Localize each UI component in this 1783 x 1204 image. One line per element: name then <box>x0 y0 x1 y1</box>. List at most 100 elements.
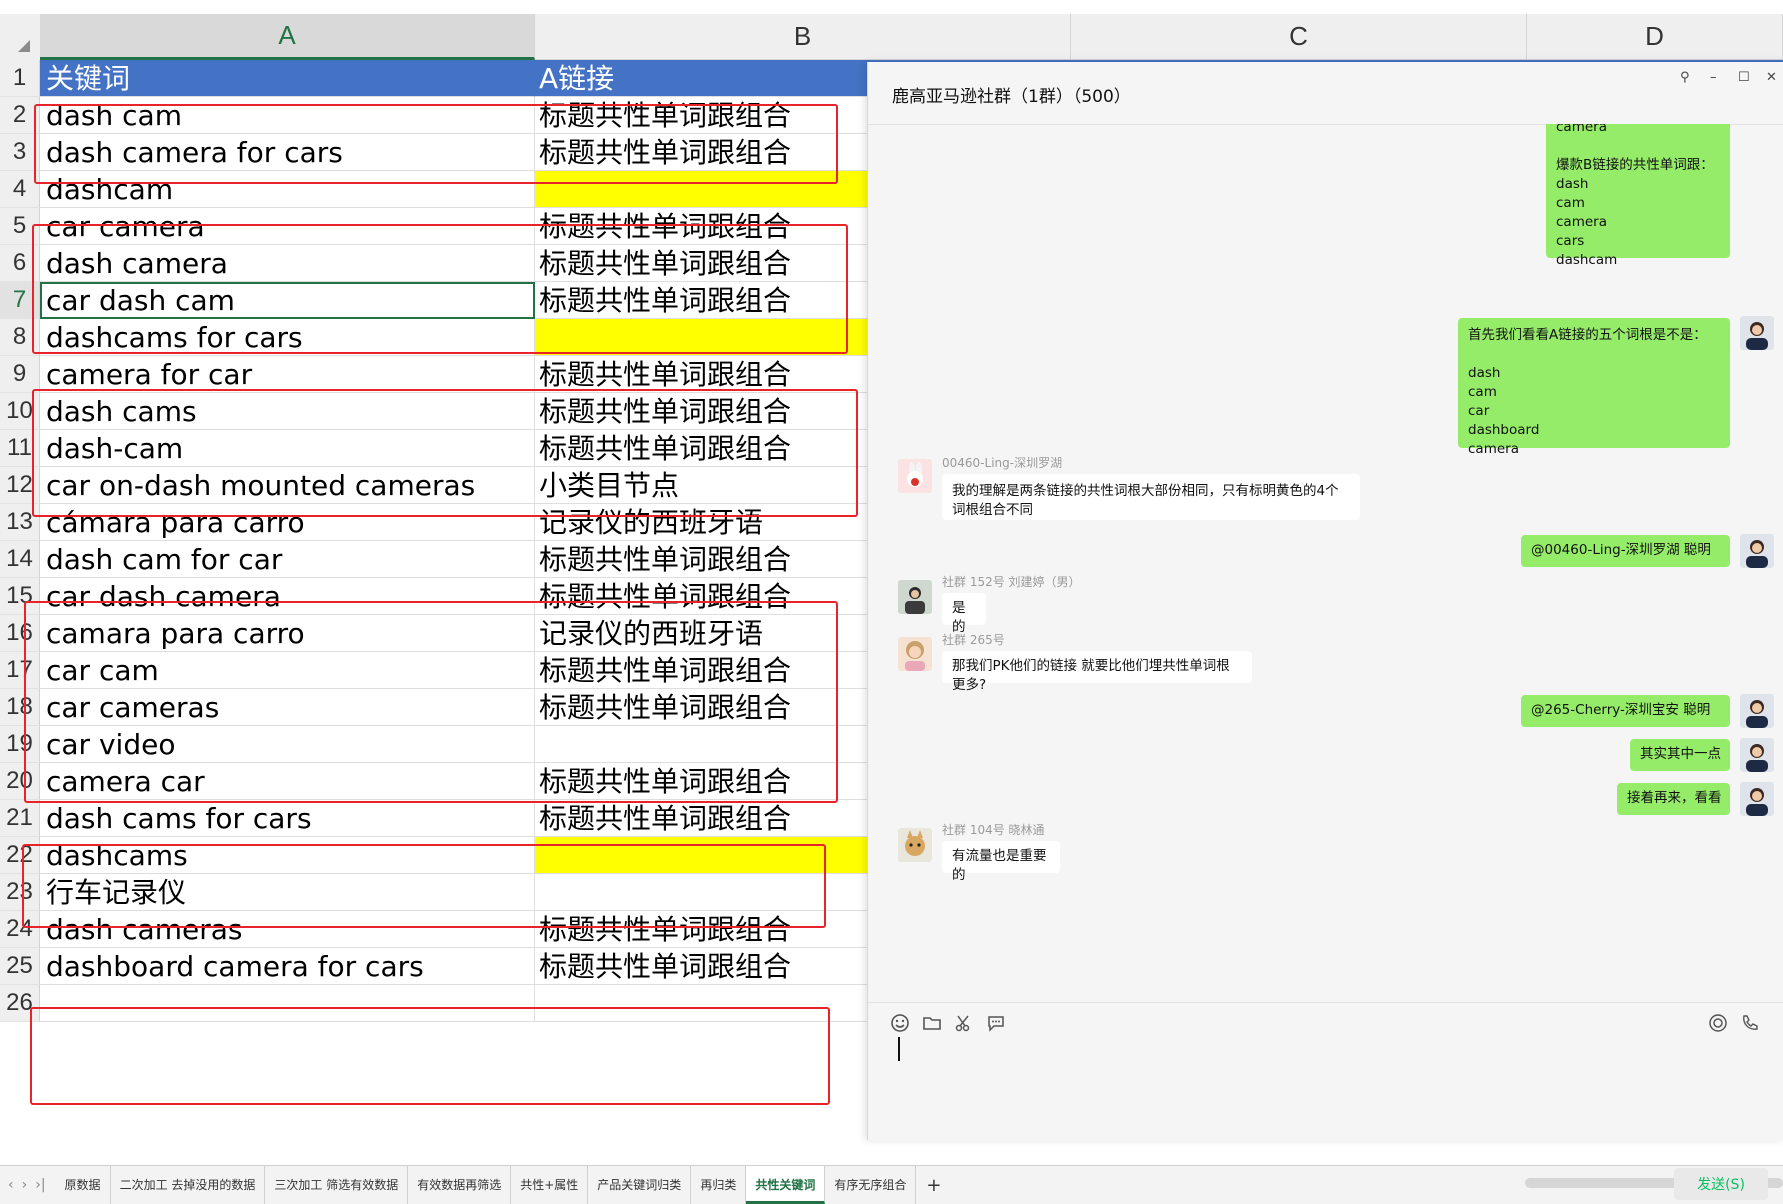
sheet-tab[interactable]: 二次加工 去掉没用的数据 <box>111 1166 266 1204</box>
message-bubble[interactable]: 我的理解是两条链接的共性词根大部份相同，只有标明黄色的4个词根组合不同 <box>942 474 1360 520</box>
sheet-tab[interactable]: 共性+属性 <box>511 1166 589 1204</box>
row-header[interactable]: 11 <box>0 430 40 467</box>
row-header[interactable]: 8 <box>0 319 40 356</box>
folder-icon[interactable] <box>922 1013 942 1033</box>
cell-keyword[interactable]: camera for car <box>40 356 535 393</box>
my-avatar[interactable] <box>1740 738 1774 772</box>
row-header[interactable]: 20 <box>0 763 40 800</box>
maximize-icon[interactable]: ☐ <box>1738 70 1750 85</box>
cell-keyword[interactable]: dash-cam <box>40 430 535 467</box>
row-header[interactable]: 22 <box>0 837 40 874</box>
cell-keyword[interactable]: dash camera for cars <box>40 134 535 171</box>
sheet-tab[interactable]: 三次加工 筛选有效数据 <box>265 1166 409 1204</box>
cell-keyword[interactable]: car dash cam <box>40 282 535 319</box>
minimize-icon[interactable]: – <box>1710 70 1717 85</box>
member-avatar[interactable] <box>898 828 932 862</box>
row-header[interactable]: 10 <box>0 393 40 430</box>
sheet-tab[interactable]: 再归类 <box>691 1166 747 1204</box>
row-header[interactable]: 26 <box>0 985 40 1022</box>
sheet-tab[interactable]: 共性关键词 <box>746 1166 826 1204</box>
sheet-tab[interactable]: 有序无序组合 <box>825 1166 917 1204</box>
column-header-d[interactable]: D <box>1527 14 1783 60</box>
cell-keyword[interactable]: car cameras <box>40 689 535 726</box>
row-header[interactable]: 19 <box>0 726 40 763</box>
cell-keyword[interactable]: camera car <box>40 763 535 800</box>
row-header[interactable]: 3 <box>0 134 40 171</box>
row-header[interactable]: 4 <box>0 171 40 208</box>
cell-keyword[interactable]: dashcams for cars <box>40 319 535 356</box>
cell-keyword[interactable]: dash cams <box>40 393 535 430</box>
message-bubble[interactable]: 接着再来，看看 <box>1617 783 1730 815</box>
row-header[interactable]: 24 <box>0 911 40 948</box>
row-header[interactable]: 14 <box>0 541 40 578</box>
row-header[interactable]: 6 <box>0 245 40 282</box>
cell-keyword[interactable]: dashboard camera for cars <box>40 948 535 985</box>
my-avatar[interactable] <box>1740 316 1774 350</box>
close-icon[interactable]: ✕ <box>1766 70 1777 85</box>
column-header-b[interactable]: B <box>535 14 1071 60</box>
member-avatar[interactable] <box>898 637 932 671</box>
row-header[interactable]: 21 <box>0 800 40 837</box>
cell-keyword[interactable]: dash cameras <box>40 911 535 948</box>
my-avatar[interactable] <box>1740 782 1774 816</box>
chat-history-icon[interactable] <box>986 1013 1006 1033</box>
prev-sheet-icon[interactable]: ‹ <box>8 1177 14 1193</box>
emoji-icon[interactable] <box>890 1013 910 1033</box>
cell-keyword[interactable]: car cam <box>40 652 535 689</box>
row-header[interactable]: 5 <box>0 208 40 245</box>
row-header[interactable]: 17 <box>0 652 40 689</box>
message-bubble[interactable]: 首先我们看看A链接的五个词根是不是： dash cam car dashboar… <box>1458 318 1730 457</box>
live-icon[interactable] <box>1708 1013 1728 1033</box>
row-header[interactable]: 7 <box>0 282 40 319</box>
my-avatar[interactable] <box>1740 694 1774 728</box>
cell-keyword[interactable]: cámara para carro <box>40 504 535 541</box>
cell-keyword[interactable]: dashcams <box>40 837 535 874</box>
cell-keyword[interactable]: car on-dash mounted cameras <box>40 467 535 504</box>
message-bubble[interactable]: camera 爆款B链接的共性单词跟： dash cam camera cars… <box>1546 124 1730 268</box>
cell-keyword[interactable]: dash cams for cars <box>40 800 535 837</box>
sheet-tab[interactable]: 产品关键词归类 <box>588 1166 692 1204</box>
cell-keyword[interactable] <box>40 985 535 1022</box>
message-input-area[interactable]: 发送(S) <box>868 1002 1783 1200</box>
cell-keyword[interactable]: dash cam for car <box>40 541 535 578</box>
column-header-c[interactable]: C <box>1071 14 1527 60</box>
cell-keyword[interactable]: dashcam <box>40 171 535 208</box>
cell-keyword[interactable]: dash camera <box>40 245 535 282</box>
row-header[interactable]: 9 <box>0 356 40 393</box>
message-list[interactable]: camera 爆款B链接的共性单词跟： dash cam camera cars… <box>868 124 1783 1002</box>
cell-keyword[interactable]: car video <box>40 726 535 763</box>
cell-keyword[interactable]: car camera <box>40 208 535 245</box>
add-sheet-button[interactable]: + <box>916 1175 951 1196</box>
row-header[interactable]: 16 <box>0 615 40 652</box>
scissors-icon[interactable] <box>954 1013 974 1033</box>
row-header[interactable]: 18 <box>0 689 40 726</box>
row-header[interactable]: 25 <box>0 948 40 985</box>
message-bubble[interactable]: 有流量也是重要的 <box>942 841 1060 883</box>
row-header[interactable]: 13 <box>0 504 40 541</box>
my-avatar[interactable] <box>1740 534 1774 568</box>
cell-keyword[interactable]: dash cam <box>40 97 535 134</box>
row-header[interactable]: 1 <box>0 60 40 97</box>
member-avatar[interactable] <box>898 580 932 614</box>
row-header[interactable]: 23 <box>0 874 40 911</box>
select-all-corner[interactable] <box>0 14 41 61</box>
next-sheet-icon[interactable]: › <box>22 1177 28 1193</box>
header-cell-keyword[interactable]: 关键词 <box>40 60 535 97</box>
last-sheet-icon[interactable]: ›| <box>35 1177 45 1193</box>
cell-keyword[interactable]: car dash camera <box>40 578 535 615</box>
sheet-tab[interactable]: 有效数据再筛选 <box>408 1166 512 1204</box>
pin-icon[interactable]: ⚲ <box>1680 70 1690 85</box>
message-bubble[interactable]: 是的 <box>942 593 986 635</box>
sheet-tab[interactable]: 原数据 <box>56 1166 111 1204</box>
cell-keyword[interactable]: camara para carro <box>40 615 535 652</box>
member-avatar[interactable] <box>898 459 932 493</box>
message-bubble[interactable]: 其实其中一点 <box>1630 739 1730 771</box>
row-header[interactable]: 12 <box>0 467 40 504</box>
phone-icon[interactable] <box>1740 1013 1760 1033</box>
send-button[interactable]: 发送(S) <box>1674 1168 1768 1200</box>
row-header[interactable]: 2 <box>0 97 40 134</box>
column-header-a[interactable]: A <box>40 14 535 60</box>
message-bubble[interactable]: @00460-Ling-深圳罗湖 聪明 <box>1521 535 1730 567</box>
row-header[interactable]: 15 <box>0 578 40 615</box>
message-bubble[interactable]: @265-Cherry-深圳宝安 聪明 <box>1521 695 1730 727</box>
